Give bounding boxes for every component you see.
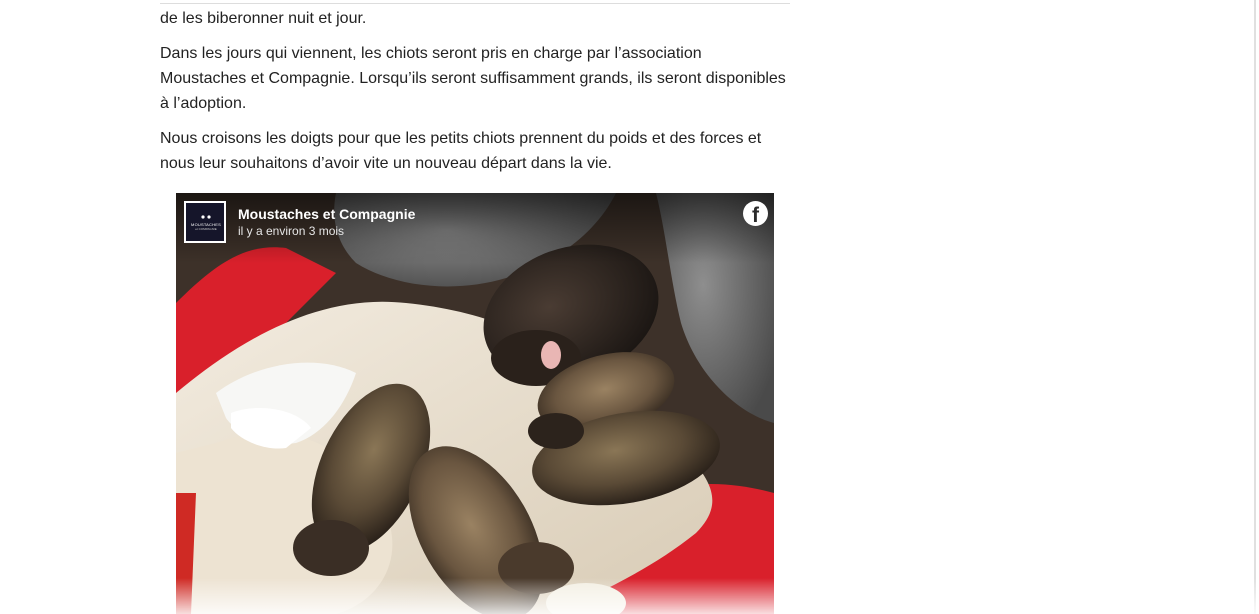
facebook-f-glyph: f <box>752 204 759 227</box>
moustache-logo-icon <box>201 215 211 219</box>
paragraph-1: de les biberonner nuit et jour. <box>160 6 366 31</box>
paragraph-3-line-1: Nous croisons les doigts pour que les pe… <box>160 130 762 147</box>
paragraph-3: Nous croisons les doigts pour que les pe… <box>160 126 761 176</box>
divider <box>160 3 790 4</box>
paragraph-3-line-2: nous leur souhaitons d’avoir vite un nou… <box>160 155 612 172</box>
paragraph-2-line-1: Dans les jours qui viennent, les chiots … <box>160 45 702 62</box>
facebook-post-embed[interactable]: MOUSTACHES et COMPAGNIE Moustaches et Co… <box>176 193 774 614</box>
facebook-icon[interactable]: f <box>743 201 768 227</box>
paragraph-1-line: de les biberonner nuit et jour. <box>160 10 367 27</box>
scrollbar-track[interactable] <box>1254 0 1256 614</box>
post-timestamp[interactable]: il y a environ 3 mois <box>238 224 344 239</box>
page-avatar[interactable]: MOUSTACHES et COMPAGNIE <box>184 201 226 243</box>
bottom-fade <box>0 578 1259 614</box>
page-name-link[interactable]: Moustaches et Compagnie <box>238 205 415 223</box>
avatar-subtext: et COMPAGNIE <box>195 227 217 231</box>
paragraph-2-line-2: Moustaches et Compagnie. Lorsqu’ils sero… <box>160 70 786 87</box>
paragraph-2-line-3: à l’adoption. <box>160 95 247 112</box>
paragraph-2: Dans les jours qui viennent, les chiots … <box>160 41 786 116</box>
